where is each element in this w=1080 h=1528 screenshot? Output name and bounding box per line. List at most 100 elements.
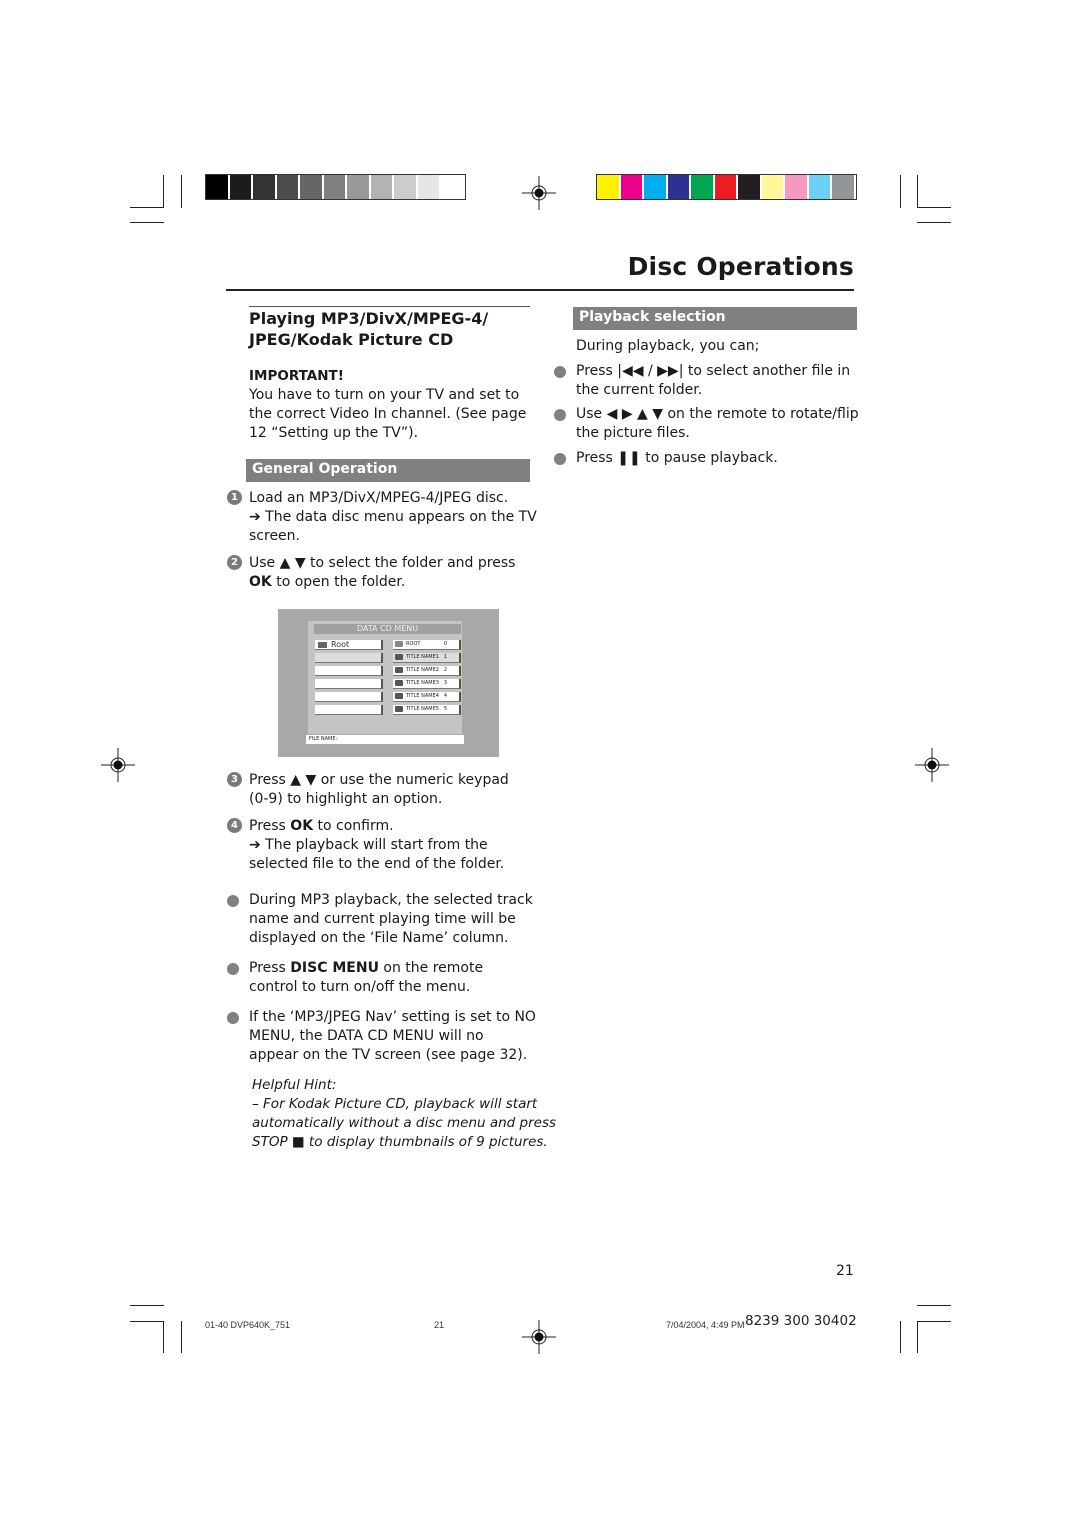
ok-key-label: OK [249, 574, 272, 590]
playback-intro: During playback, you can; [576, 338, 760, 354]
hint-title: Helpful Hint: [252, 1077, 337, 1093]
crop-mark [900, 175, 901, 208]
registration-mark-icon [101, 748, 135, 782]
file-number: 3 [443, 680, 447, 686]
bullet-icon [554, 366, 566, 378]
color-swatch [253, 175, 277, 199]
color-swatch [761, 175, 785, 199]
text-fragment: Press [249, 818, 291, 834]
text-fragment: Press [249, 960, 291, 976]
folder-item [315, 666, 383, 676]
crop-mark [181, 1321, 182, 1353]
text-line: Use ▲ ▼ to select the folder and press [249, 555, 516, 571]
text-line: Press ▲ ▼ or use the numeric keypad [249, 772, 509, 788]
text-line: MENU, the DATA CD MENU will no [249, 1028, 484, 1044]
grayscale-calibration-bar [205, 174, 466, 200]
data-cd-menu-illustration: DATA CD MENU Root ROOT 0 TITLE NAME1 1 TIT… [278, 609, 499, 757]
crop-mark [917, 175, 918, 208]
file-label: TITLE NAME1 [406, 654, 439, 660]
file-name-bar: FILE NAME: [306, 735, 464, 744]
color-swatch [832, 175, 856, 199]
section-rule [249, 306, 530, 307]
color-swatch [667, 175, 691, 199]
text-line: name and current playing time will be [249, 911, 516, 927]
section-heading-line: JPEG/Kodak Picture CD [249, 330, 454, 349]
step-1-text: Load an MP3/DivX/MPEG-4/JPEG disc. ➔ The… [249, 489, 537, 546]
color-swatch [276, 175, 300, 199]
bullet-icon [554, 453, 566, 465]
text-fragment: to open the folder. [271, 574, 406, 590]
registration-mark-icon [915, 748, 949, 782]
file-item: TITLE NAME1 1 [393, 653, 461, 663]
music-file-icon [395, 705, 403, 712]
step-2-text: Use ▲ ▼ to select the folder and press O… [249, 554, 515, 592]
playback-selection-header: Playback selection [573, 307, 857, 330]
bullet-text: Press DISC MENU on the remote control to… [249, 959, 483, 997]
music-file-icon [395, 692, 403, 699]
step-number-3: 3 [227, 772, 242, 787]
color-calibration-bar [596, 174, 857, 200]
file-number: 5 [443, 706, 447, 712]
text-line: Load an MP3/DivX/MPEG-4/JPEG disc. [249, 490, 509, 506]
text-line: Press ❚❚ to pause playback. [576, 450, 778, 466]
color-swatch [441, 175, 465, 199]
helpful-hint: Helpful Hint: – For Kodak Picture CD, pl… [252, 1076, 556, 1152]
crop-mark [917, 1305, 951, 1306]
crop-mark [130, 1321, 164, 1322]
color-swatch [785, 175, 809, 199]
file-label: TITLE NAME3 [406, 680, 439, 686]
text-fragment: to confirm. [313, 818, 394, 834]
file-item: TITLE NAME5 5 [393, 705, 461, 715]
bullet-icon [554, 409, 566, 421]
step-number-2: 2 [227, 555, 242, 570]
color-swatch [597, 175, 621, 199]
music-file-icon [395, 653, 403, 660]
folder-item [315, 705, 383, 715]
bullet-text: During MP3 playback, the selected track … [249, 891, 533, 948]
folder-item [315, 692, 383, 702]
text-line: appear on the TV screen (see page 32). [249, 1047, 528, 1063]
text-line: control to turn on/off the menu. [249, 979, 471, 995]
text-line: Press OK to confirm. [249, 817, 504, 836]
color-swatch [370, 175, 394, 199]
crop-mark [130, 1305, 164, 1306]
bullet-icon [227, 1012, 239, 1024]
color-swatch [206, 175, 230, 199]
file-number: 2 [443, 667, 447, 673]
text-line: the current folder. [576, 382, 703, 398]
folder-item [315, 679, 383, 689]
file-number: 0 [443, 641, 447, 647]
color-swatch [691, 175, 715, 199]
file-item: TITLE NAME4 4 [393, 692, 461, 702]
color-swatch [620, 175, 644, 199]
footer-page: 21 [434, 1320, 445, 1330]
crop-mark [900, 1321, 901, 1353]
folder-label: Root [331, 640, 350, 649]
footer-code: 8239 300 30402 [745, 1313, 857, 1329]
bullet-icon [227, 963, 239, 975]
file-label: TITLE NAME4 [406, 693, 439, 699]
footer-datetime: 7/04/2004, 4:49 PM [666, 1320, 745, 1330]
step-4-text: Press OK to confirm. ➔ The playback will… [249, 817, 504, 874]
text-line: You have to turn on your TV and set to [249, 387, 520, 403]
file-number: 4 [443, 693, 447, 699]
important-label: IMPORTANT! [249, 368, 344, 384]
text-line: (0-9) to highlight an option. [249, 791, 443, 807]
color-swatch [394, 175, 418, 199]
text-line: ➔ The data disc menu appears on the TV [249, 509, 537, 525]
text-line: Use ◀ ▶ ▲ ▼ on the remote to rotate/flip [576, 406, 859, 422]
text-line: selected file to the end of the folder. [249, 856, 505, 872]
text-fragment: on the remote [378, 960, 484, 976]
file-label: ROOT [406, 641, 421, 647]
text-line: 12 “Setting up the TV”). [249, 425, 419, 441]
text-line: STOP ■ to display thumbnails of 9 pictur… [252, 1134, 548, 1150]
disc-menu-key-label: DISC MENU [290, 960, 379, 976]
footer-file-id: 01-40 DVP640K_751 [205, 1320, 291, 1330]
text-line: OK to open the folder. [249, 573, 515, 592]
color-swatch [644, 175, 668, 199]
color-swatch [323, 175, 347, 199]
file-label: TITLE NAME5 [406, 706, 439, 712]
text-line: Press DISC MENU on the remote [249, 959, 483, 978]
ok-key-label: OK [290, 818, 314, 834]
menu-title: DATA CD MENU [314, 624, 461, 634]
